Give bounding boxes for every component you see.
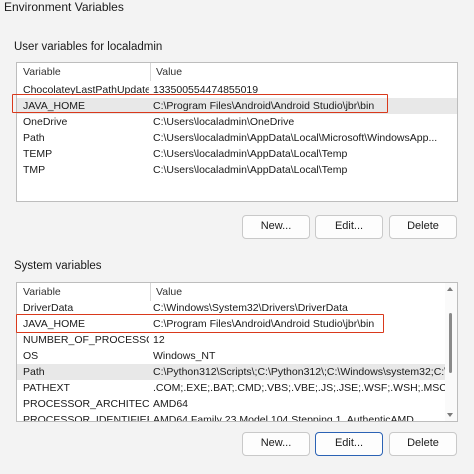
user-variables-list[interactable]: Variable Value ChocolateyLastPathUpdate … [16, 62, 458, 202]
column-header-variable[interactable]: Variable [23, 286, 61, 298]
table-row-selected[interactable]: JAVA_HOME C:\Program Files\Android\Andro… [17, 98, 457, 114]
column-header-variable[interactable]: Variable [23, 66, 61, 78]
user-list-header: Variable Value [17, 63, 457, 81]
variable-name: DriverData [23, 302, 74, 314]
variable-value: 12 [153, 334, 165, 346]
system-delete-button[interactable]: Delete [389, 432, 457, 456]
system-list-header: Variable Value [17, 283, 457, 301]
variable-value: C:\Program Files\Android\Android Studio\… [153, 318, 375, 330]
user-variables-label: User variables for localadmin [14, 41, 163, 53]
variable-value: C:\Users\localadmin\AppData\Local\Micros… [153, 132, 438, 144]
variable-name: PATHEXT [23, 382, 70, 394]
variable-name: TEMP [23, 148, 53, 160]
user-edit-button[interactable]: Edit... [315, 215, 383, 239]
scrollbar-thumb[interactable] [449, 313, 452, 373]
column-header-value[interactable]: Value [153, 286, 182, 298]
table-row[interactable]: PROCESSOR_ARCHITECTURE AMD64 [17, 396, 457, 412]
variable-name: Path [23, 366, 45, 378]
variable-name: JAVA_HOME [23, 318, 86, 330]
variable-name: TMP [23, 164, 46, 176]
column-header-value[interactable]: Value [153, 66, 182, 78]
table-row[interactable]: Path C:\Users\localadmin\AppData\Local\M… [17, 130, 457, 146]
variable-name: PROCESSOR_IDENTIFIER [23, 414, 149, 422]
variable-value: C:\Users\localadmin\OneDrive [153, 116, 295, 128]
table-row[interactable]: PROCESSOR_IDENTIFIER AMD64 Family 23 Mod… [17, 412, 457, 422]
table-row[interactable]: JAVA_HOME C:\Program Files\Android\Andro… [17, 316, 457, 332]
system-edit-button[interactable]: Edit... [315, 432, 383, 456]
variable-name: OS [23, 350, 39, 362]
variable-name: NUMBER_OF_PROCESSORS [23, 334, 149, 346]
table-row[interactable]: ChocolateyLastPathUpdate 133500554474855… [17, 82, 457, 98]
variable-name: JAVA_HOME [23, 100, 86, 112]
window-titlebar: Environment Variables [0, 0, 474, 16]
scroll-down-arrow-icon[interactable] [447, 413, 453, 417]
variable-name: OneDrive [23, 116, 68, 128]
variable-value: C:\Users\localadmin\AppData\Local\Temp [153, 164, 348, 176]
system-variables-list[interactable]: Variable Value DriverData C:\Windows\Sys… [16, 282, 458, 422]
variable-name: PROCESSOR_ARCHITECTURE [23, 398, 149, 410]
table-row-selected[interactable]: Path C:\Python312\Scripts\;C:\Python312\… [17, 364, 457, 380]
variable-value: C:\Program Files\Android\Android Studio\… [153, 100, 375, 112]
table-row[interactable]: DriverData C:\Windows\System32\Drivers\D… [17, 300, 457, 316]
column-separator[interactable] [150, 283, 151, 301]
variable-value: .COM;.EXE;.BAT;.CMD;.VBS;.VBE;.JS;.JSE;.… [153, 382, 457, 394]
table-row[interactable]: TMP C:\Users\localadmin\AppData\Local\Te… [17, 162, 457, 178]
table-row[interactable]: OneDrive C:\Users\localadmin\OneDrive [17, 114, 457, 130]
variable-value: 133500554474855019 [153, 84, 259, 96]
variable-value: Windows_NT [153, 350, 216, 362]
variable-value: C:\Windows\System32\Drivers\DriverData [153, 302, 348, 314]
user-delete-button[interactable]: Delete [389, 215, 457, 239]
column-separator[interactable] [150, 63, 151, 81]
variable-value: AMD64 Family 23 Model 104 Stepping 1, Au… [153, 414, 414, 422]
window-title: Environment Variables [4, 0, 124, 14]
table-row[interactable]: TEMP C:\Users\localadmin\AppData\Local\T… [17, 146, 457, 162]
variable-name: ChocolateyLastPathUpdate [23, 84, 149, 96]
user-new-button[interactable]: New... [242, 215, 310, 239]
scroll-up-arrow-icon[interactable] [447, 287, 453, 291]
system-new-button[interactable]: New... [242, 432, 310, 456]
variable-value: C:\Python312\Scripts\;C:\Python312\;C:\W… [153, 366, 456, 378]
vertical-scrollbar[interactable] [445, 283, 457, 421]
variable-name: Path [23, 132, 45, 144]
variable-value: AMD64 [153, 398, 189, 410]
system-variables-label: System variables [14, 260, 102, 272]
table-row[interactable]: NUMBER_OF_PROCESSORS 12 [17, 332, 457, 348]
table-row[interactable]: OS Windows_NT [17, 348, 457, 364]
variable-value: C:\Users\localadmin\AppData\Local\Temp [153, 148, 348, 160]
table-row[interactable]: PATHEXT .COM;.EXE;.BAT;.CMD;.VBS;.VBE;.J… [17, 380, 457, 396]
